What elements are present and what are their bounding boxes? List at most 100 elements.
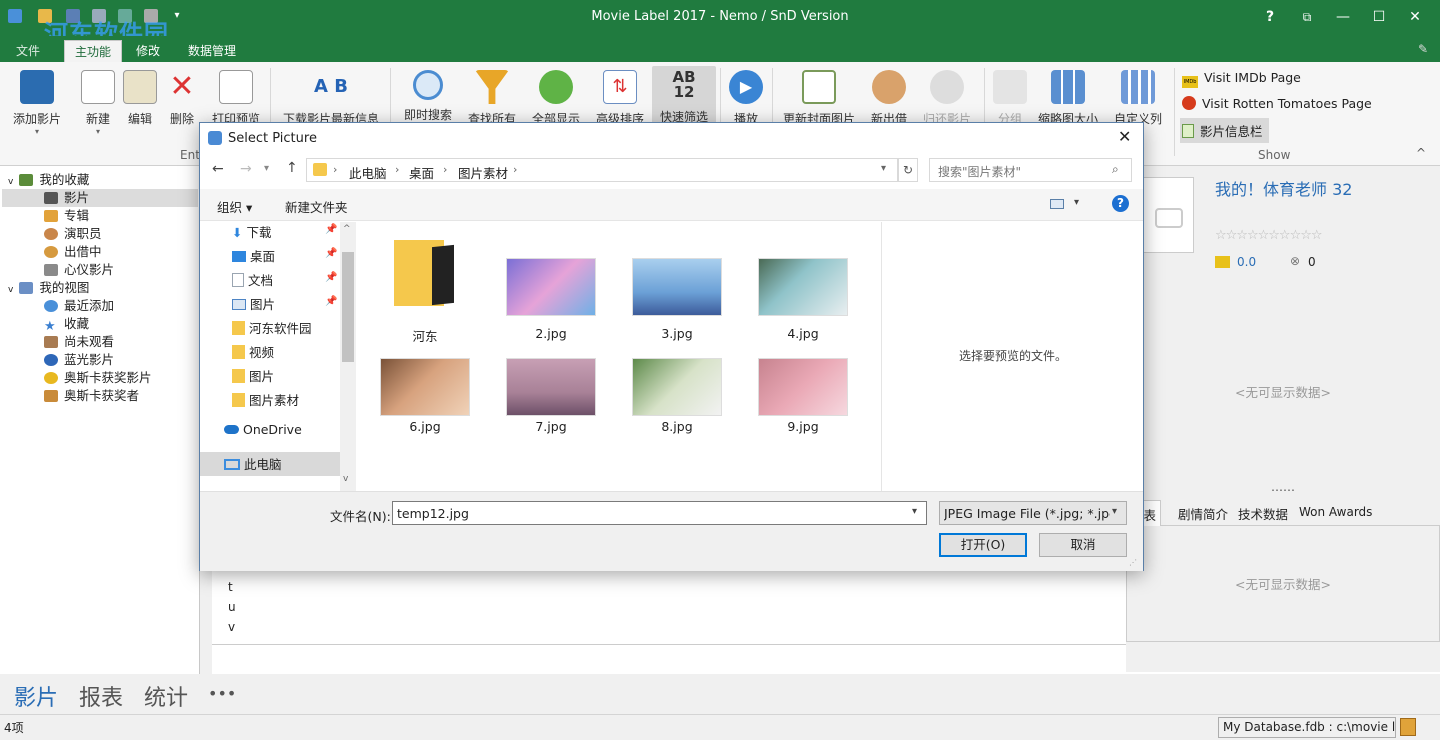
file-name[interactable]: 2.jpg [496,326,606,341]
cancel-button[interactable]: 取消 [1039,533,1127,557]
back-arrow-icon[interactable]: ← [212,161,224,177]
nav-folder-videos[interactable]: 视频 [232,342,274,361]
tree-item-movies[interactable]: 影片 [2,189,198,207]
organize-button[interactable]: 组织 ▾ [217,197,252,216]
recent-dropdown-icon[interactable]: ▾ [264,163,269,174]
file-name[interactable]: 4.jpg [748,326,858,341]
help-button[interactable]: ? [1259,7,1281,27]
nav-downloads[interactable]: ⬇ 下载 [232,222,271,241]
more-icon[interactable]: ••• [208,684,236,703]
nav-documents[interactable]: 文档 [232,270,273,289]
delete-button[interactable]: ✕ 删除 [164,70,200,127]
file-thumb-9[interactable] [758,358,848,416]
search-box[interactable]: 搜索"图片素材" ⌕ [929,158,1132,182]
chevron-down-icon[interactable]: ▾ [912,506,917,517]
pin-icon[interactable]: 📌 [325,296,337,307]
nav-statistics[interactable]: 统计 [144,680,188,712]
database-icon[interactable] [1400,718,1416,736]
pin-icon[interactable]: ✎ [1418,42,1428,56]
file-name[interactable]: 3.jpg [622,326,732,341]
list-letter[interactable]: t [228,580,233,594]
nav-movies[interactable]: 影片 [14,680,58,712]
scroll-down-icon[interactable]: v [343,474,348,484]
file-name[interactable]: 8.jpg [622,419,732,434]
tree-item-oscar-winners[interactable]: 奥斯卡获奖者 [44,387,139,405]
pin-icon[interactable]: 📌 [325,272,337,283]
tree-item-wishlist[interactable]: 心仪影片 [44,261,114,279]
print-preview-button[interactable]: 打印预览 [206,70,266,127]
list-letter[interactable]: v [228,620,235,634]
chevron-down-icon[interactable]: ▾ [881,163,886,174]
tab-data-management[interactable]: 数据管理 [178,40,246,62]
tree-item-unwatched[interactable]: 尚未观看 [44,333,114,351]
tree-item-recently-added[interactable]: 最近添加 [44,297,114,315]
dialog-close-button[interactable]: ✕ [1118,127,1131,146]
file-name[interactable]: 9.jpg [748,419,858,434]
nav-folder-pictures[interactable]: 图片 [232,366,274,385]
minimize-button[interactable]: — [1332,7,1354,27]
new-loan-button[interactable]: 新出借 [864,70,914,127]
info-bar-toggle[interactable]: 影片信息栏 [1180,118,1269,143]
breadcrumb-desktop[interactable]: 桌面 [409,163,434,182]
add-movie-button[interactable]: 添加影片 ▾ [6,70,68,136]
new-button[interactable]: 新建 ▾ [80,70,116,136]
help-icon[interactable]: ? [1112,195,1129,212]
show-all-button[interactable]: 全部显示 [528,70,584,127]
forward-arrow-icon[interactable]: → [240,161,252,177]
view-dropdown-icon[interactable]: ▾ [1074,197,1079,208]
find-all-button[interactable]: 查找所有 [464,70,520,127]
thumb-size-button[interactable]: 缩略图大小 [1036,70,1100,127]
scrollbar-thumb[interactable] [342,252,354,362]
visit-rotten-button[interactable]: Visit Rotten Tomatoes Page [1182,96,1372,111]
tree-item-oscar-movies[interactable]: 奥斯卡获奖影片 [44,369,152,387]
database-path[interactable]: My Database.fdb : c:\movie labe [1218,717,1396,738]
pin-icon[interactable]: 📌 [325,224,337,235]
breadcrumb-pictures[interactable]: 图片素材 [458,163,508,182]
filetype-select[interactable]: JPEG Image File (*.jpg; *.jpeg ▾ [939,501,1127,525]
advanced-sort-button[interactable]: ⇅ 高级排序 [592,70,648,127]
scroll-up-icon[interactable]: ^ [343,224,351,234]
close-button[interactable]: ✕ [1404,7,1426,27]
tab-modify[interactable]: 修改 [126,40,170,62]
rating-stars[interactable]: ☆☆☆☆☆☆☆☆☆☆ [1215,228,1323,243]
tab-tech-data[interactable]: 技术数据 [1238,504,1288,523]
tree-my-views[interactable]: v 我的视图 [8,279,89,297]
ribbon-display-button[interactable]: ⧉ [1296,7,1318,27]
nav-folder-hedong[interactable]: 河东软件园 [232,318,312,337]
filename-input[interactable]: temp12.jpg ▾ [392,501,927,525]
edit-button[interactable]: 编辑 [122,70,158,127]
open-button[interactable]: 打开(O) [939,533,1027,557]
list-letter[interactable]: u [228,600,236,614]
file-name[interactable]: 河东 [370,326,480,345]
file-thumb-2[interactable] [506,258,596,316]
nav-scrollbar[interactable]: ^ v [340,222,356,491]
resize-grip[interactable]: ⋰ [1129,558,1137,567]
tab-plot[interactable]: 剧情简介 [1178,504,1228,523]
group-button[interactable]: 分组 [990,70,1030,127]
instant-search-button[interactable]: 即时搜索 [400,70,456,123]
return-movie-button[interactable]: 归还影片 [918,70,976,127]
visit-imdb-button[interactable]: IMDb Visit IMDb Page [1182,70,1301,88]
splitter-handle[interactable]: …… [1126,480,1440,494]
custom-columns-button[interactable]: 自定义列 [1106,70,1170,127]
file-name[interactable]: 6.jpg [370,419,480,434]
breadcrumb-this-pc[interactable]: 此电脑 [349,163,387,182]
nav-pictures[interactable]: 图片 [232,294,275,313]
cover-placeholder[interactable] [1142,177,1194,253]
tree-item-bookmarked[interactable]: ★ 收藏 [44,315,89,333]
tab-main[interactable]: 主功能 [64,40,123,62]
tree-item-bluray[interactable]: 蓝光影片 [44,351,114,369]
tree-item-cast[interactable]: 演职员 [44,225,102,243]
pin-icon[interactable]: 📌 [325,248,337,259]
collapse-ribbon-icon[interactable]: ^ [1416,146,1426,160]
tree-item-collection[interactable]: 专辑 [44,207,89,225]
up-arrow-icon[interactable]: ↑ [286,160,298,176]
refresh-button[interactable]: ↻ [898,158,918,182]
file-thumb-3[interactable] [632,258,722,316]
nav-folder-picture-assets[interactable]: 图片素材 [232,390,299,409]
address-bar[interactable]: › 此电脑 › 桌面 › 图片素材 › ▾ [306,158,898,182]
update-cover-button[interactable]: 更新封面图片 [778,70,860,127]
file-thumb-4[interactable] [758,258,848,316]
tree-favorites[interactable]: v 我的收藏 [8,171,89,189]
nav-onedrive[interactable]: OneDrive [224,422,302,437]
